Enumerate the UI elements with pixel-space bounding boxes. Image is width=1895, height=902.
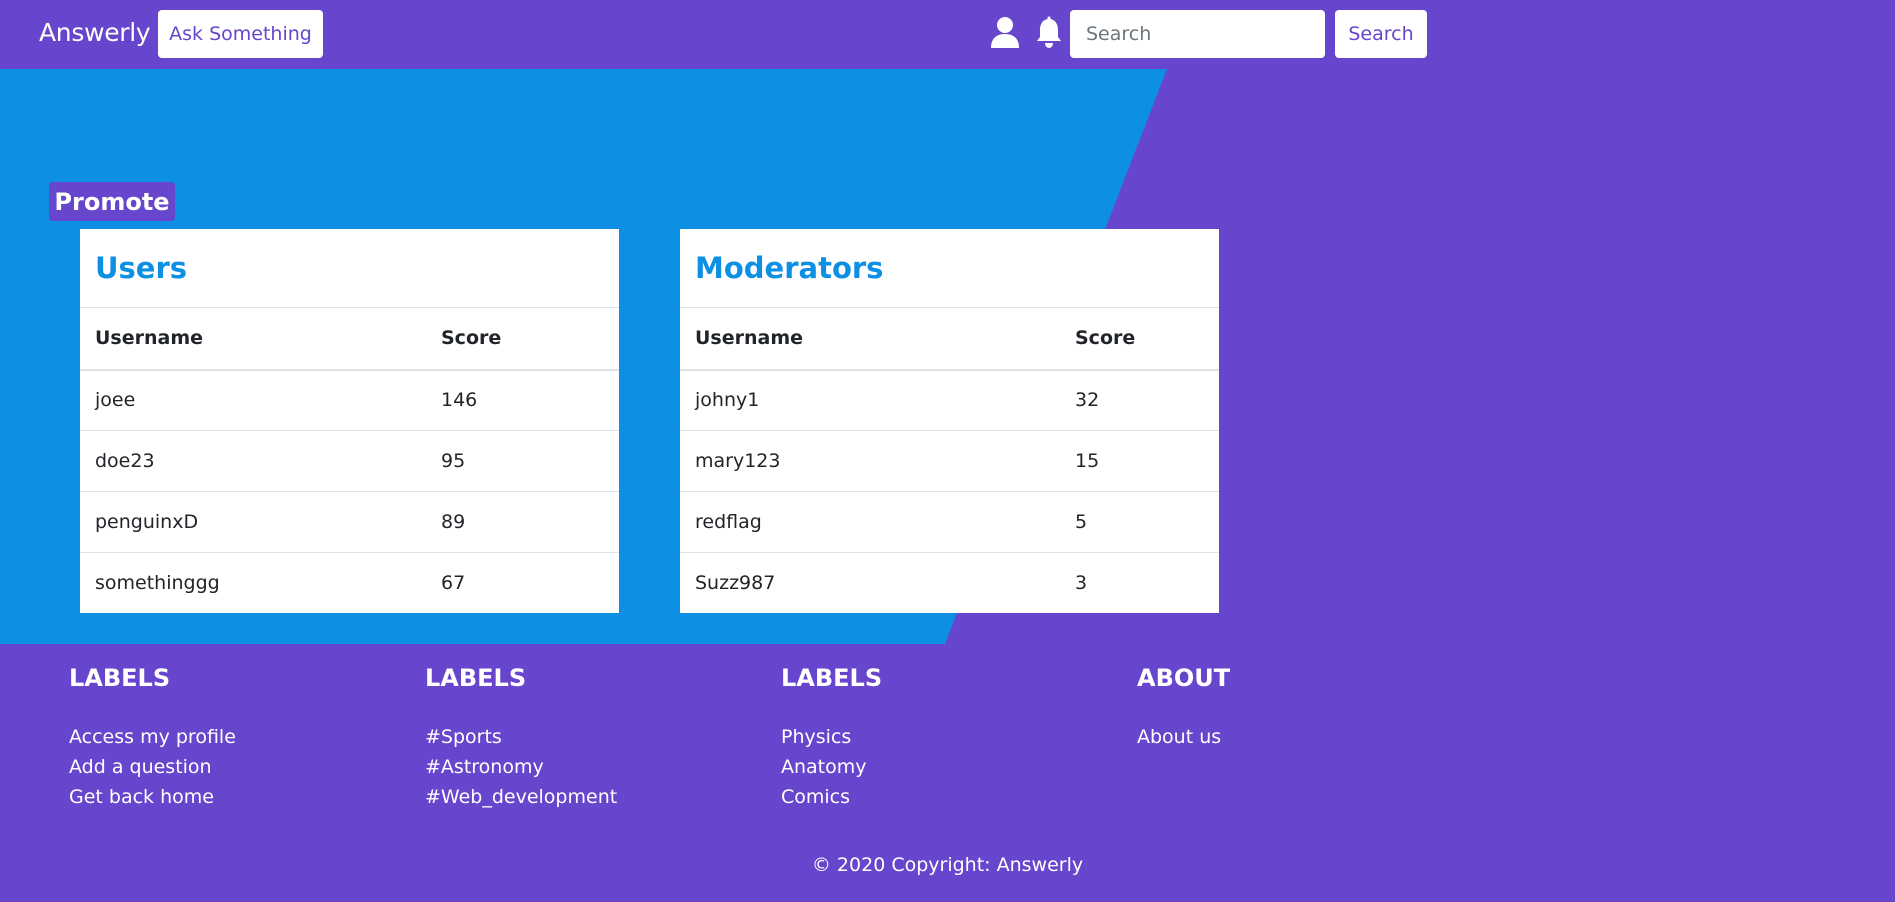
footer-heading: ABOUT (1137, 664, 1231, 692)
footer-column-profile: LABELS Access my profile Add a question … (69, 664, 236, 812)
username-cell: redflag (680, 491, 1060, 553)
footer-heading: LABELS (781, 664, 883, 692)
footer-link-access-profile[interactable]: Access my profile (69, 722, 236, 752)
user-icon[interactable] (990, 16, 1020, 50)
footer-link-web-development[interactable]: #Web_development (425, 782, 617, 812)
page-footer: LABELS Access my profile Add a question … (0, 644, 1895, 902)
ask-something-button[interactable]: Ask Something (158, 10, 323, 58)
footer-column-about: ABOUT About us (1137, 664, 1230, 752)
table-row: joee 146 (80, 370, 619, 431)
score-cell: 146 (441, 389, 478, 412)
copyright-text: © 2020 Copyright: Answerly (811, 854, 1084, 876)
search-input[interactable] (1070, 10, 1325, 58)
promote-heading: Promote (49, 182, 175, 221)
score-cell: 32 (1075, 389, 1100, 412)
username-cell: johny1 (695, 389, 760, 412)
footer-column-topics: LABELS Physics Anatomy Comics (781, 664, 882, 812)
moderators-card: Moderators Username Score johny1 32 mary… (680, 229, 1219, 614)
username-cell: joee (95, 389, 136, 412)
column-header-username: Username (680, 307, 1060, 371)
username-cell: penguinxD (80, 491, 426, 553)
table-row: doe23 95 (80, 430, 619, 492)
column-header-score: Score (1060, 307, 1219, 371)
username-cell: Suzz987 (680, 552, 1060, 614)
username-cell: somethinggg (80, 552, 426, 614)
users-table: Username Score joee 146 doe23 95 penguin… (80, 307, 619, 614)
score-cell: 3 (1060, 552, 1219, 614)
footer-link-physics[interactable]: Physics (781, 722, 882, 752)
footer-link-about-us[interactable]: About us (1137, 722, 1230, 752)
footer-link-home[interactable]: Get back home (69, 782, 236, 812)
promote-section: Promote Users Username Score joee 146 do… (0, 69, 1895, 644)
footer-link-add-question[interactable]: Add a question (69, 752, 236, 782)
table-row: redflag 5 (680, 491, 1219, 553)
table-header-row: Username Score (680, 307, 1219, 371)
column-header-username: Username (80, 307, 426, 371)
table-row: Suzz987 3 (680, 552, 1219, 614)
brand-logo-link[interactable]: Answerly (39, 18, 151, 47)
table-row: somethinggg 67 (80, 552, 619, 614)
table-header-row: Username Score (80, 307, 619, 371)
table-row: mary123 15 (680, 430, 1219, 492)
footer-link-astronomy[interactable]: #Astronomy (425, 752, 617, 782)
table-row: johny1 32 (680, 370, 1219, 431)
footer-link-anatomy[interactable]: Anatomy (781, 752, 882, 782)
footer-link-sports[interactable]: #Sports (425, 722, 617, 752)
moderators-table: Username Score johny1 32 mary123 15 redf… (680, 307, 1219, 614)
footer-heading: LABELS (69, 664, 171, 692)
users-title: Users (95, 251, 188, 285)
score-cell: 5 (1060, 491, 1219, 553)
top-navbar: Answerly Ask Something Search (0, 0, 1895, 69)
footer-link-comics[interactable]: Comics (781, 782, 882, 812)
table-row: penguinxD 89 (80, 491, 619, 553)
footer-column-tags: LABELS #Sports #Astronomy #Web_developme… (425, 664, 617, 812)
username-cell: mary123 (680, 430, 1060, 492)
users-card: Users Username Score joee 146 doe23 95 p… (80, 229, 619, 614)
footer-heading: LABELS (425, 664, 527, 692)
score-cell: 95 (426, 430, 619, 492)
score-cell: 67 (426, 552, 619, 614)
search-button[interactable]: Search (1335, 10, 1427, 58)
bell-icon[interactable] (1035, 16, 1065, 50)
score-cell: 89 (426, 491, 619, 553)
column-header-score: Score (426, 307, 619, 371)
moderators-title: Moderators (695, 251, 884, 285)
score-cell: 15 (1060, 430, 1219, 492)
username-cell: doe23 (80, 430, 426, 492)
